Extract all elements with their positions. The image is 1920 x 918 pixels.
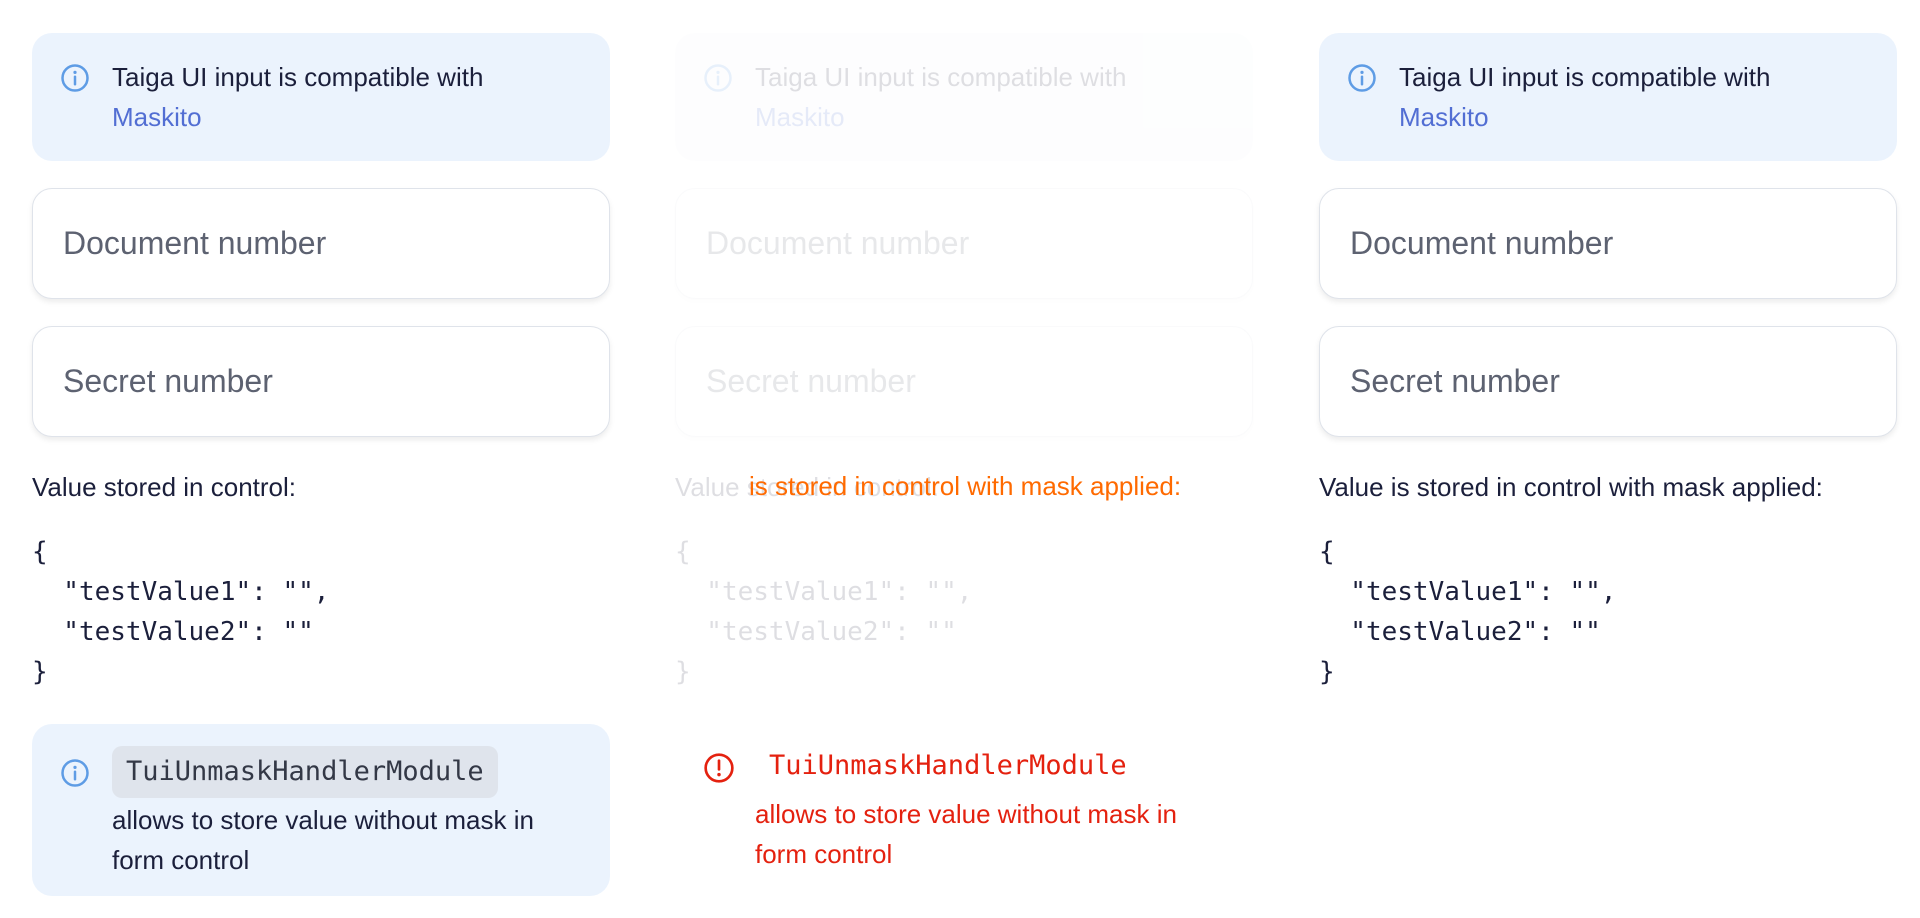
maskito-notice: Taiga UI input is compatible with Maskit… (32, 33, 610, 161)
overlay-value-label: is stored in control with mask applied: (749, 471, 1182, 501)
notice-text: Taiga UI input is compatible with (1399, 62, 1771, 92)
unmask-handler-notice-overlay: TuiUnmaskHandlerModule allows to store v… (675, 718, 1253, 890)
info-circle-icon (1348, 64, 1376, 92)
maskito-link[interactable]: Maskito (1399, 97, 1869, 137)
warning-circle-icon (704, 753, 734, 783)
maskito-notice: Taiga UI input is compatible with Maskit… (1319, 33, 1897, 161)
maskito-link[interactable]: Maskito (112, 97, 582, 137)
unmask-notice-text: allows to store value without mask in fo… (112, 805, 534, 875)
column-unmasked: Taiga UI input is compatible with Maskit… (32, 33, 610, 896)
unmask-notice-text: allows to store value without mask in fo… (755, 799, 1177, 869)
document-number-placeholder: Document number (1350, 225, 1614, 261)
secret-number-placeholder: Secret number (706, 363, 916, 399)
secret-number-placeholder: Secret number (63, 363, 273, 399)
secret-number-input[interactable]: Secret number (675, 326, 1253, 437)
column-masked: Taiga UI input is compatible with Maskit… (1319, 33, 1897, 692)
maskito-notice: Taiga UI input is compatible with Maskit… (675, 33, 1253, 161)
document-number-input[interactable]: Document number (1319, 188, 1897, 299)
info-circle-icon (704, 64, 732, 92)
unmask-handler-notice: TuiUnmaskHandlerModule allows to store v… (32, 724, 610, 896)
secret-number-input[interactable]: Secret number (1319, 326, 1897, 437)
value-label: Value is stored in control with mask app… (1319, 472, 1823, 502)
demo-stage: Taiga UI input is compatible with Maskit… (0, 0, 1920, 918)
notice-text: Taiga UI input is compatible with (112, 62, 484, 92)
secret-number-placeholder: Secret number (1350, 363, 1560, 399)
json-value: { "testValue1": "", "testValue2": "" } (32, 537, 330, 687)
info-circle-icon (61, 759, 89, 787)
document-number-placeholder: Document number (63, 225, 327, 261)
json-value: { "testValue1": "", "testValue2": "" } (675, 537, 973, 687)
notice-text: Taiga UI input is compatible with (755, 62, 1127, 92)
maskito-link[interactable]: Maskito (755, 97, 1225, 137)
unmask-module-code: TuiUnmaskHandlerModule (769, 750, 1127, 781)
column-transition: Taiga UI input is compatible with Maskit… (675, 33, 1253, 692)
json-value: { "testValue1": "", "testValue2": "" } (1319, 537, 1617, 687)
value-label: Value stored in control: (32, 472, 296, 502)
unmask-module-code: TuiUnmaskHandlerModule (112, 746, 498, 798)
secret-number-input[interactable]: Secret number (32, 326, 610, 437)
document-number-input[interactable]: Document number (32, 188, 610, 299)
document-number-placeholder: Document number (706, 225, 970, 261)
info-circle-icon (61, 64, 89, 92)
document-number-input[interactable]: Document number (675, 188, 1253, 299)
